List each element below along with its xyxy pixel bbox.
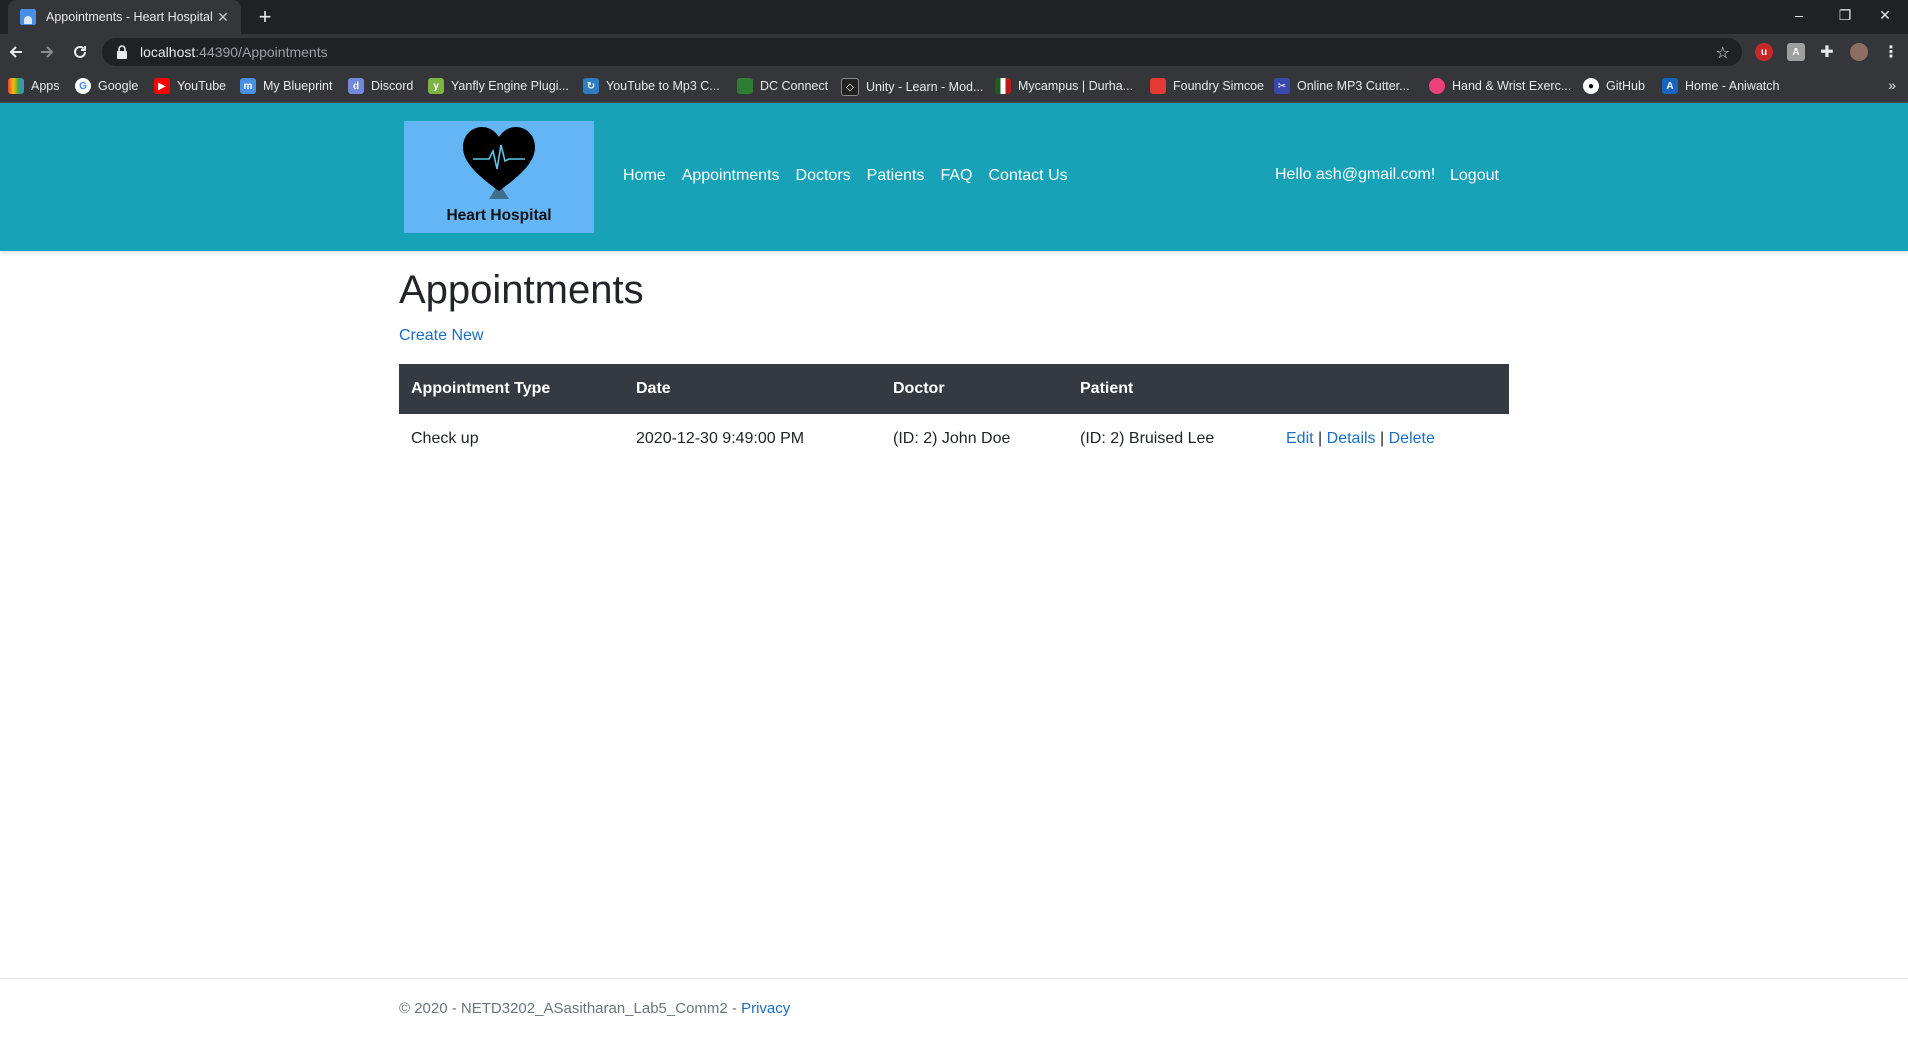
bookmark-google[interactable]: G Google [75, 78, 138, 94]
edit-link[interactable]: Edit [1286, 430, 1314, 447]
bookmark-hand-wrist[interactable]: Hand & Wrist Exerc... [1429, 78, 1571, 94]
cell-appointment-type: Check up [411, 430, 479, 447]
cell-actions: Edit | Details | Delete [1274, 414, 1509, 464]
bookmark-mp3-cutter[interactable]: ✂ Online MP3 Cutter... [1274, 78, 1410, 94]
bookmark-discord[interactable]: d Discord [348, 78, 413, 94]
foundry-icon [1150, 78, 1166, 94]
bookmark-aniwatch[interactable]: A Home - Aniwatch [1662, 78, 1779, 94]
converter-icon: ↻ [583, 78, 599, 94]
site-favicon-icon [20, 9, 36, 25]
apps-grid-icon [8, 78, 24, 94]
discord-icon: d [348, 78, 364, 94]
nav-contact-us[interactable]: Contact Us [988, 167, 1067, 185]
page-title: Appointments [399, 268, 644, 312]
heart-logo-icon [463, 127, 535, 199]
site-footer: © 2020 - NETD3202_ASasitharan_Lab5_Comm2… [399, 1000, 790, 1017]
bookmark-apps[interactable]: Apps [8, 78, 60, 94]
table-header: Appointment Type Date Doctor Patient [399, 364, 1509, 414]
extensions-puzzle-icon[interactable]: ✚ [1818, 43, 1836, 61]
back-button[interactable] [2, 38, 30, 66]
logout-button[interactable]: Logout [1450, 167, 1499, 185]
tab-title: Appointments - Heart Hospital [46, 10, 213, 24]
bookmark-my-blueprint[interactable]: m My Blueprint [240, 78, 332, 94]
aniwatch-icon: A [1662, 78, 1678, 94]
mp3-cutter-icon: ✂ [1274, 78, 1290, 94]
privacy-link[interactable]: Privacy [741, 1000, 790, 1017]
browser-tabstrip: Appointments - Heart Hospital ✕ + – ❐ ✕ [0, 0, 1908, 34]
appointments-table: Appointment Type Date Doctor Patient Che… [399, 364, 1509, 464]
header-actions [1274, 364, 1509, 414]
lock-icon [117, 45, 127, 59]
tab-close-icon[interactable]: ✕ [215, 9, 231, 26]
yanfly-icon: y [428, 78, 444, 94]
bookmark-yanfly[interactable]: y Yanfly Engine Plugi... [428, 78, 569, 94]
header-date: Date [636, 380, 671, 397]
reload-icon [74, 45, 86, 58]
hospital-logo[interactable]: Heart Hospital [404, 121, 594, 233]
url-text: localhost:44390/Appointments [140, 44, 328, 60]
minimize-button[interactable]: – [1776, 0, 1822, 30]
action-separator: | [1380, 430, 1385, 447]
back-arrow-icon [9, 46, 22, 58]
blueprint-icon: m [240, 78, 256, 94]
action-separator: | [1318, 430, 1323, 447]
nav-patients[interactable]: Patients [867, 167, 925, 185]
profile-avatar[interactable] [1850, 43, 1868, 61]
url-host: localhost [140, 44, 196, 60]
cell-date: 2020-12-30 9:49:00 PM [636, 430, 805, 447]
create-new-link[interactable]: Create New [399, 327, 483, 345]
nav-faq[interactable]: FAQ [940, 167, 972, 185]
delete-link[interactable]: Delete [1389, 430, 1435, 447]
ublock-extension-icon[interactable]: u [1755, 43, 1773, 61]
bookmark-unity[interactable]: ◇ Unity - Learn - Mod... [841, 78, 983, 96]
main-nav: Home Appointments Doctors Patients FAQ C… [623, 167, 1068, 185]
header-appointment-type: Appointment Type [411, 380, 551, 397]
exercise-icon [1429, 78, 1445, 94]
browser-toolbar: localhost:44390/Appointments ☆ u A ✚ ⋮ [0, 34, 1908, 70]
bookmark-mycampus[interactable]: Mycampus | Durha... [995, 78, 1133, 94]
bookmark-foundry[interactable]: Foundry Simcoe [1150, 78, 1264, 94]
user-greeting[interactable]: Hello ash@gmail.com! [1275, 166, 1435, 184]
url-path: :44390/Appointments [195, 44, 328, 60]
nav-appointments[interactable]: Appointments [682, 167, 780, 185]
browser-menu-icon[interactable]: ⋮ [1882, 43, 1900, 61]
mycampus-icon [995, 78, 1011, 94]
nav-doctors[interactable]: Doctors [796, 167, 851, 185]
unity-icon: ◇ [841, 78, 859, 96]
site-header: Heart Hospital Home Appointments Doctors… [0, 103, 1908, 251]
bookmark-star-icon[interactable]: ☆ [1716, 43, 1730, 63]
logo-text: Heart Hospital [446, 207, 552, 224]
nav-home[interactable]: Home [623, 167, 666, 185]
bookmark-github[interactable]: ● GitHub [1583, 78, 1645, 94]
details-link[interactable]: Details [1327, 430, 1376, 447]
cell-doctor: (ID: 2) John Doe [893, 430, 1011, 447]
bookmark-dc-connect[interactable]: DC Connect [737, 78, 828, 94]
address-bar[interactable]: localhost:44390/Appointments ☆ [102, 38, 1742, 66]
bookmarks-bar: Apps G Google ▶ YouTube m My Blueprint d Dis… [0, 70, 1908, 103]
reload-button[interactable] [66, 38, 94, 66]
new-tab-button[interactable]: + [252, 4, 278, 30]
extension-icon[interactable]: A [1787, 43, 1805, 61]
browser-tab[interactable]: Appointments - Heart Hospital ✕ [8, 0, 241, 34]
forward-arrow-icon [41, 46, 54, 58]
forward-button[interactable] [33, 38, 61, 66]
github-icon: ● [1583, 78, 1599, 94]
google-icon: G [75, 78, 91, 94]
dc-connect-icon [737, 78, 753, 94]
bookmarks-overflow-icon[interactable]: » [1888, 77, 1896, 93]
youtube-icon: ▶ [154, 78, 170, 94]
close-window-button[interactable]: ✕ [1862, 0, 1908, 30]
header-patient: Patient [1080, 380, 1134, 397]
bookmark-youtube-mp3[interactable]: ↻ YouTube to Mp3 C... [583, 78, 720, 94]
footer-copyright: © 2020 - NETD3202_ASasitharan_Lab5_Comm2… [399, 1000, 742, 1017]
header-doctor: Doctor [893, 380, 945, 397]
bookmark-youtube[interactable]: ▶ YouTube [154, 78, 226, 94]
footer-divider [0, 978, 1908, 979]
table-row: Check up 2020-12-30 9:49:00 PM (ID: 2) J… [399, 414, 1509, 464]
cell-patient: (ID: 2) Bruised Lee [1080, 430, 1215, 447]
